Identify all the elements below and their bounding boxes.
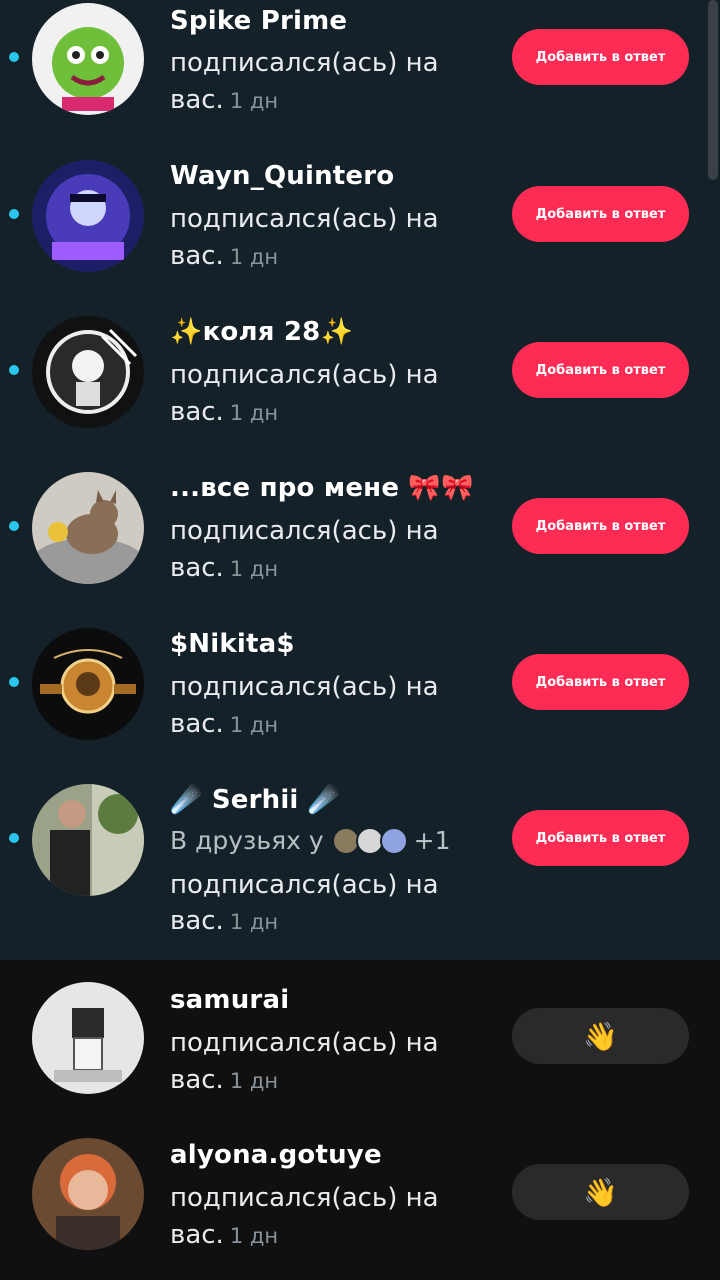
username[interactable]: ✨коля 28✨ — [170, 317, 353, 347]
wave-button[interactable]: 👋 — [512, 1008, 689, 1064]
username[interactable]: ☄️ Serhii ☄️ — [170, 785, 340, 815]
wave-button[interactable]: 👋 — [512, 1164, 689, 1220]
unread-dot-icon — [9, 209, 19, 219]
username[interactable]: samurai — [170, 985, 289, 1015]
avatar[interactable] — [32, 784, 144, 896]
mutual-friends[interactable]: В друзьях у +1 — [170, 826, 451, 855]
timestamp: 1 дн — [229, 245, 279, 269]
notification-row[interactable]: Spike Prime подписался(ась) на вас. 1 дн … — [0, 0, 720, 140]
follow-text: подписался(ась) на — [170, 360, 439, 390]
unread-dot-icon — [9, 52, 19, 62]
avatar[interactable] — [32, 3, 144, 115]
notification-row[interactable]: alyona.gotuye подписался(ась) на вас. 1 д… — [0, 1116, 720, 1280]
follow-text-line-2: вас. 1 дн — [170, 553, 279, 583]
avatar[interactable] — [32, 316, 144, 428]
friends-label: В друзьях у — [170, 826, 324, 855]
add-to-reply-button[interactable]: Добавить в ответ — [512, 186, 689, 242]
notification-row[interactable]: ...все про мене 🎀🎀 подписался(ась) на ва… — [0, 452, 720, 608]
avatar[interactable] — [32, 982, 144, 1094]
avatar[interactable] — [32, 628, 144, 740]
follow-text: подписался(ась) на — [170, 516, 439, 546]
username[interactable]: ...все про мене 🎀🎀 — [170, 473, 474, 503]
avatar[interactable] — [32, 160, 144, 272]
follow-text: подписался(ась) на — [170, 1183, 439, 1213]
username[interactable]: $Nikita$ — [170, 629, 295, 659]
follow-text: подписался(ась) на — [170, 672, 439, 702]
notification-row[interactable]: samurai подписался(ась) на вас. 1 дн 👋 — [0, 960, 720, 1116]
add-to-reply-button[interactable]: Добавить в ответ — [512, 810, 689, 866]
avatar[interactable] — [32, 1138, 144, 1250]
add-to-reply-button[interactable]: Добавить в ответ — [512, 654, 689, 710]
follow-text-line-2: вас. 1 дн — [170, 397, 279, 427]
avatar[interactable] — [32, 472, 144, 584]
timestamp: 1 дн — [229, 557, 279, 581]
follow-text: подписался(ась) на — [170, 1028, 439, 1058]
follow-text: подписался(ась) на — [170, 204, 439, 234]
wave-icon: 👋 — [583, 1175, 618, 1209]
unread-dot-icon — [9, 521, 19, 531]
add-to-reply-button[interactable]: Добавить в ответ — [512, 29, 689, 85]
timestamp: 1 дн — [229, 910, 279, 934]
add-to-reply-button[interactable]: Добавить в ответ — [512, 498, 689, 554]
follow-text: подписался(ась) на — [170, 48, 439, 78]
notification-row[interactable]: ☄️ Serhii ☄️ В друзьях у +1 подписался(а… — [0, 764, 720, 960]
unread-dot-icon — [9, 677, 19, 687]
notification-row[interactable]: Wayn_Quintero подписался(ась) на вас. 1 д… — [0, 140, 720, 296]
unread-dot-icon — [9, 833, 19, 843]
timestamp: 1 дн — [229, 713, 279, 737]
friends-extra-count: +1 — [413, 826, 451, 855]
follow-text: подписался(ась) на — [170, 870, 439, 900]
timestamp: 1 дн — [229, 401, 279, 425]
scrollbar[interactable] — [708, 0, 718, 180]
notification-row[interactable]: $Nikita$ подписался(ась) на вас. 1 дн Доб… — [0, 608, 720, 764]
timestamp: 1 дн — [229, 1069, 279, 1093]
wave-icon: 👋 — [583, 1019, 618, 1053]
friend-avatar — [379, 826, 408, 855]
unread-dot-icon — [9, 365, 19, 375]
follow-text-line-2: вас. 1 дн — [170, 241, 279, 271]
follow-text-line-2: вас. 1 дн — [170, 906, 279, 936]
follow-text-line-2: вас. 1 дн — [170, 709, 279, 739]
follow-text-line-2: вас. 1 дн — [170, 1220, 279, 1250]
username[interactable]: alyona.gotuye — [170, 1140, 382, 1170]
timestamp: 1 дн — [229, 1224, 279, 1248]
username[interactable]: Spike Prime — [170, 6, 347, 36]
notification-row[interactable]: ✨коля 28✨ подписался(ась) на вас. 1 дн До… — [0, 296, 720, 452]
follow-text-line-2: вас. 1 дн — [170, 1065, 279, 1095]
username[interactable]: Wayn_Quintero — [170, 161, 394, 191]
add-to-reply-button[interactable]: Добавить в ответ — [512, 342, 689, 398]
timestamp: 1 дн — [229, 89, 279, 113]
follow-text-line-2: вас. 1 дн — [170, 85, 279, 115]
